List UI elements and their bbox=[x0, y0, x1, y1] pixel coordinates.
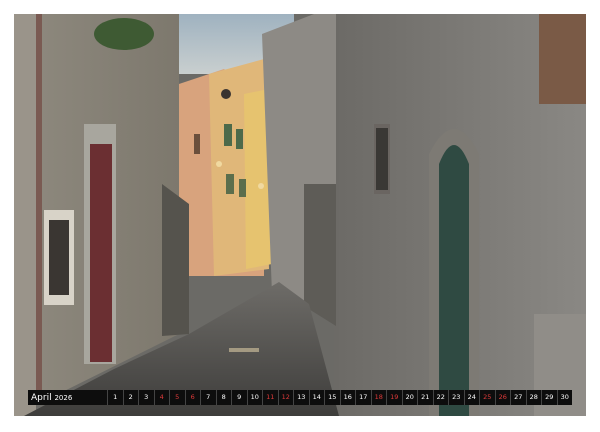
calendar-day: 12 bbox=[277, 390, 294, 405]
calendar-day: 20 bbox=[401, 390, 418, 405]
calendar-day: 28 bbox=[525, 390, 542, 405]
calendar-bar: April 2026 1 2 3 4 5 6 7 8 9 10 11 12 13 14 15 16 17 18 19… bbox=[28, 390, 572, 405]
calendar-day: 9 bbox=[231, 390, 247, 405]
year-label: 2026 bbox=[54, 393, 73, 402]
calendar-day: 22 bbox=[432, 390, 449, 405]
calendar-day: 25 bbox=[479, 390, 495, 405]
calendar-day: 27 bbox=[510, 390, 526, 405]
calendar-day: 16 bbox=[339, 390, 356, 405]
calendar-day: 8 bbox=[215, 390, 232, 405]
calendar-day: 11 bbox=[262, 390, 278, 405]
calendar-day: 10 bbox=[246, 390, 263, 405]
calendar-day: 29 bbox=[541, 390, 557, 405]
calendar-day: 13 bbox=[293, 390, 309, 405]
calendar-day: 18 bbox=[370, 390, 387, 405]
calendar-day: 7 bbox=[200, 390, 216, 405]
month-name: April bbox=[31, 392, 52, 403]
calendar-day: 23 bbox=[448, 390, 464, 405]
calendar-day: 21 bbox=[417, 390, 433, 405]
calendar-day: 6 bbox=[184, 390, 201, 405]
alley-photo bbox=[14, 14, 586, 416]
month-label: April 2026 bbox=[28, 393, 107, 403]
calendar-day: 2 bbox=[122, 390, 139, 405]
alley-photo-illustration bbox=[14, 14, 586, 416]
calendar-day: 30 bbox=[556, 390, 573, 405]
calendar-day: 3 bbox=[138, 390, 154, 405]
calendar-day: 4 bbox=[153, 390, 170, 405]
calendar-day: 24 bbox=[463, 390, 480, 405]
calendar-day: 14 bbox=[308, 390, 325, 405]
calendar-day: 26 bbox=[494, 390, 511, 405]
calendar-day: 1 bbox=[107, 390, 123, 405]
calendar-day: 17 bbox=[355, 390, 371, 405]
day-strip: 1 2 3 4 5 6 7 8 9 10 11 12 13 14 15 16 17 18 19 20 21 22 23 24 2… bbox=[107, 390, 572, 405]
calendar-day: 19 bbox=[386, 390, 402, 405]
calendar-day: 15 bbox=[324, 390, 340, 405]
calendar-day: 5 bbox=[169, 390, 185, 405]
